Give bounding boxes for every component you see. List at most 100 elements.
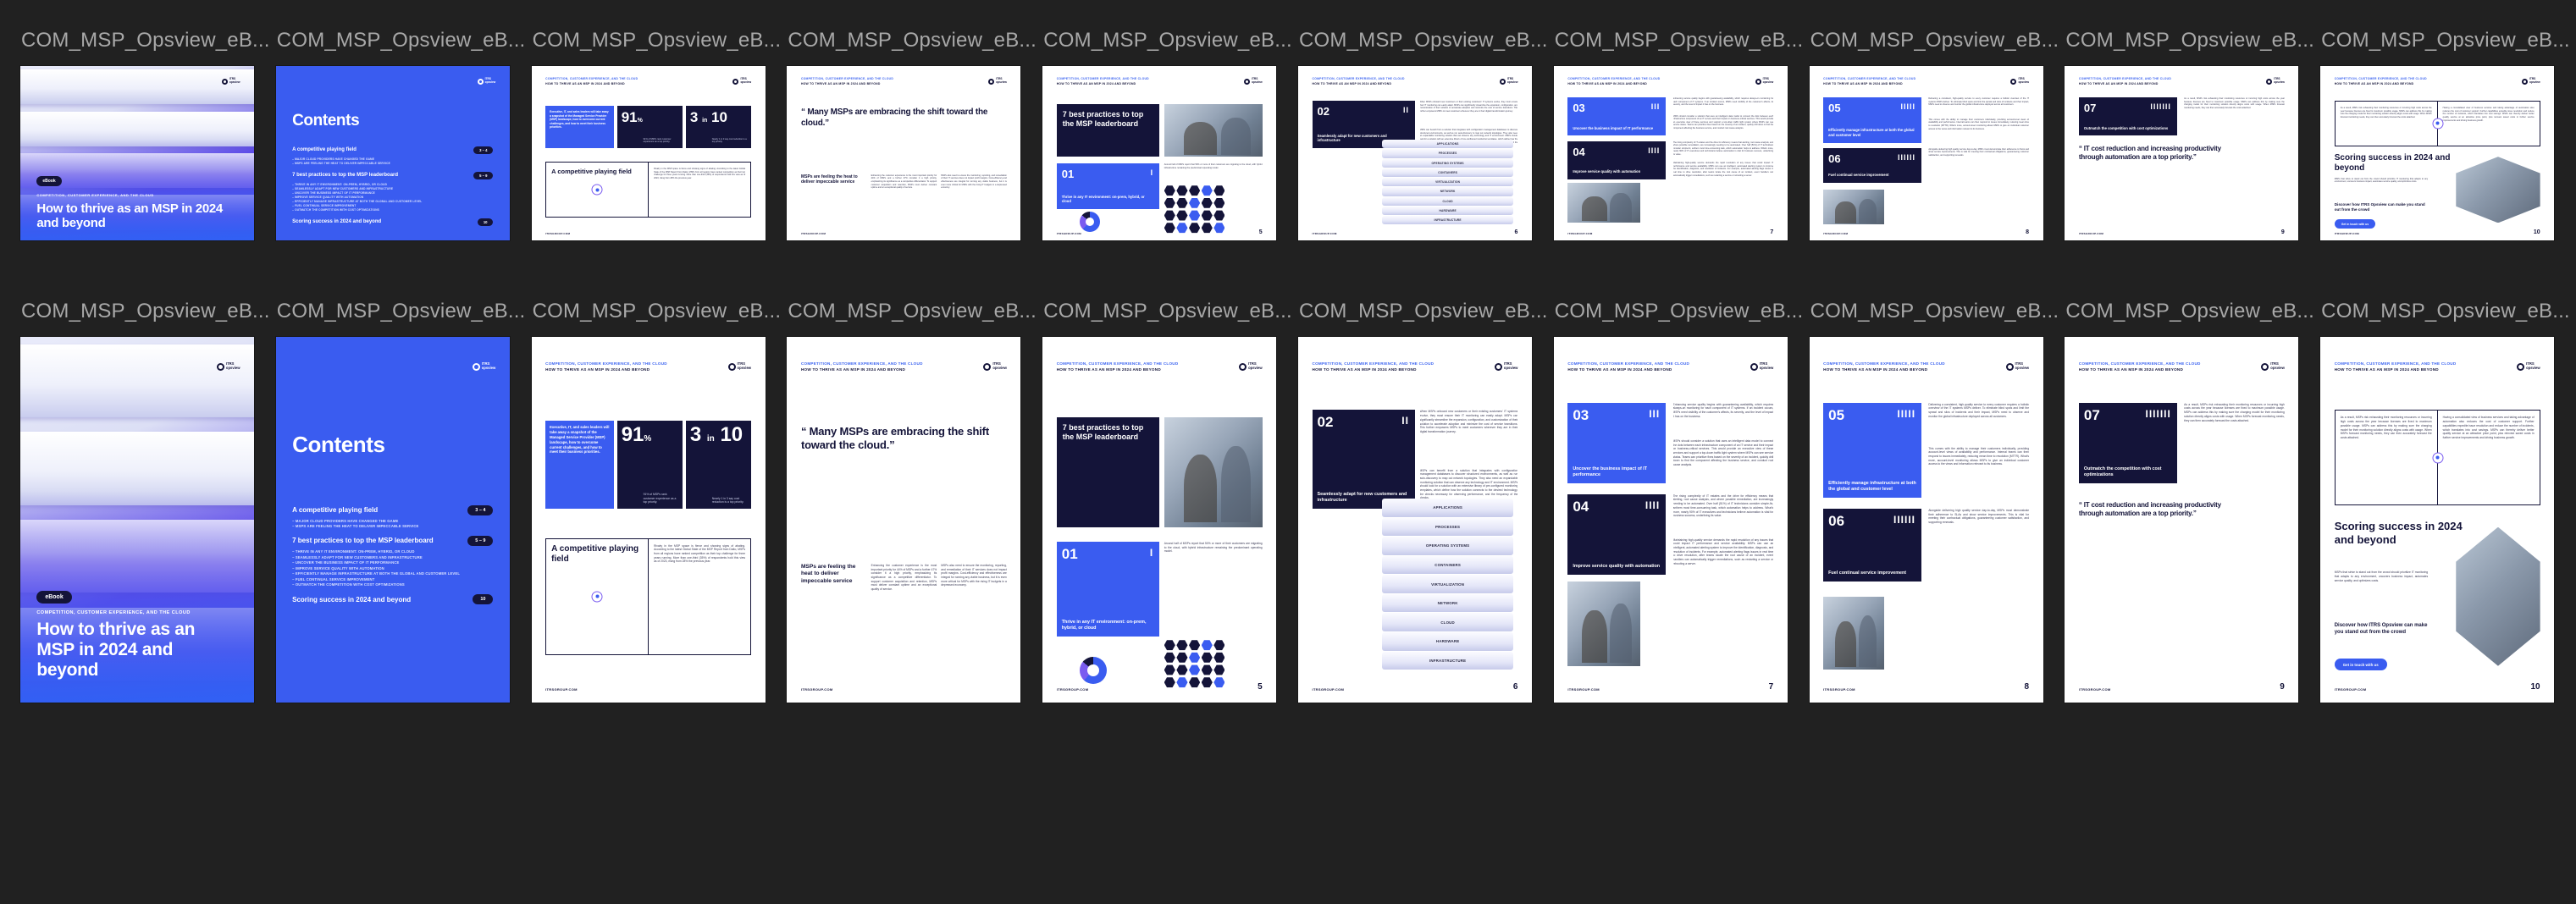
thumbnail-cell[interactable]: COM_MSP_Opsview_eB... COMPETITION, CUSTO… (1042, 29, 1298, 240)
eyebrow-line-2: HOW TO THRIVE AS AN MSP IN 2024 AND BEYO… (2079, 83, 2171, 85)
page-footer: ITRSGROUP.COM 9 (2079, 682, 2285, 692)
page-thumbnail[interactable]: COMPETITION, CUSTOMER EXPERIENCE, AND TH… (1042, 66, 1276, 240)
thumbnail-cell[interactable]: COM_MSP_Opsview_eB... COMPETITION, CUSTO… (2065, 300, 2320, 703)
section-title-block: 7 best practices to top the MSP leaderbo… (1057, 104, 1159, 157)
page-thumbnail[interactable]: COMPETITION, CUSTOMER EXPERIENCE, AND TH… (1554, 66, 1788, 240)
itrs-opsview-logo: ITRSopsview (222, 78, 240, 84)
body-4b: Maintaining high-quality service demands… (1673, 162, 1774, 177)
stack-layer: NETWORK (1382, 187, 1513, 196)
footer-site: ITRSGROUP.COM (1823, 687, 1855, 692)
practice-05-block: 05IIIII Efficiently manage infrastructur… (1823, 97, 1921, 143)
page-thumbnail[interactable]: COMPETITION, CUSTOMER EXPERIENCE, AND TH… (2320, 66, 2554, 240)
page-7: COMPETITION, CUSTOMER EXPERIENCE, AND TH… (1554, 337, 1788, 703)
practice-number: 03 (1573, 102, 1661, 113)
panel-right-text: Having a consolidated view of business s… (2443, 107, 2535, 122)
thumbnail-cell[interactable]: COM_MSP_Opsview_eB... COMPETITION, CUSTO… (1298, 29, 1554, 240)
opsview-mark-icon (1239, 363, 1247, 371)
page-thumbnail[interactable]: ITRSopsview Contents A competitive playi… (276, 337, 510, 703)
page-thumbnail[interactable]: ITRSopsview eBook COMPETITION, CUSTOMER … (20, 66, 254, 240)
page-thumbnail[interactable]: COMPETITION, CUSTOMER EXPERIENCE, AND TH… (1298, 337, 1532, 703)
stat-card-2: 3 in 10Nearly 1 in 3 say cost reduction … (686, 421, 751, 509)
page-thumbnail[interactable]: COMPETITION, CUSTOMER EXPERIENCE, AND TH… (1810, 337, 2043, 703)
page-thumbnail[interactable]: COMPETITION, CUSTOMER EXPERIENCE, AND TH… (532, 66, 766, 240)
logo-text: ITRSopsview (1504, 362, 1518, 371)
tally-mark: II (1401, 415, 1409, 427)
thumbnail-cell[interactable]: COM_MSP_Opsview_eB... COMPETITION, CUSTO… (2065, 29, 2320, 240)
thumbnail-cell[interactable]: COM_MSP_Opsview_eB... ITRSopsview Conten… (276, 29, 532, 240)
thumbnail-cell[interactable]: COM_MSP_Opsview_eB... COMPETITION, CUSTO… (787, 300, 1042, 703)
page-header: COMPETITION, CUSTOMER EXPERIENCE, AND TH… (1313, 362, 1518, 372)
thumbnail-cell[interactable]: COM_MSP_Opsview_eB... COMPETITION, CUSTO… (532, 300, 788, 703)
page-header: COMPETITION, CUSTOMER EXPERIENCE, AND TH… (545, 362, 751, 372)
practice-label: Improve service quality with automation (1573, 564, 1661, 570)
logo-text: ITRSopsview (1760, 362, 1774, 371)
page-thumbnail[interactable]: COMPETITION, CUSTOMER EXPERIENCE, AND TH… (1042, 337, 1276, 703)
get-in-touch-button[interactable]: Get in touch with us (2335, 219, 2375, 229)
stack-layer: VIRTUALIZATION (1382, 575, 1513, 593)
body-6a: Alongside delivering high quality servic… (1928, 148, 2029, 157)
page-number: 10 (2531, 682, 2540, 692)
thumbnail-label: COM_MSP_Opsview_eB... (20, 300, 270, 323)
closing-body: MSPs that strive to stand out from the c… (2335, 571, 2428, 582)
page-eyebrow: COMPETITION, CUSTOMER EXPERIENCE, AND TH… (1823, 78, 1915, 85)
page-eyebrow: COMPETITION, CUSTOMER EXPERIENCE, AND TH… (801, 362, 923, 372)
logo-text: ITRSopsview (1507, 78, 1518, 84)
thumbnail-cell[interactable]: COM_MSP_Opsview_eB... COMPETITION, CUSTO… (2320, 29, 2576, 240)
practice-07-block: 07IIIIIII Outmatch the competition with … (2079, 97, 2177, 135)
hex-cell (1176, 652, 1187, 663)
thumbnail-cell[interactable]: COM_MSP_Opsview_eB... COMPETITION, CUSTO… (1554, 29, 1810, 240)
tally-mark: IIII (1645, 499, 1660, 511)
page-thumbnail[interactable]: COMPETITION, CUSTOMER EXPERIENCE, AND TH… (532, 337, 766, 703)
page-thumbnail[interactable]: COMPETITION, CUSTOMER EXPERIENCE, AND TH… (1810, 66, 2043, 240)
thumbnail-cell[interactable]: COM_MSP_Opsview_eB... COMPETITION, CUSTO… (1810, 29, 2065, 240)
thumbnail-cell[interactable]: COM_MSP_Opsview_eB... COMPETITION, CUSTO… (1810, 300, 2065, 703)
section-photo (1567, 183, 1640, 223)
page-thumbnail[interactable]: COMPETITION, CUSTOMER EXPERIENCE, AND TH… (2065, 337, 2298, 703)
toc-section: Scoring success in 2024 and beyond 10 (292, 594, 493, 604)
panel-right-text: Having a consolidated view of business s… (2443, 416, 2535, 439)
hex-cell (1164, 640, 1175, 651)
panel-competitive-field: A competitive playing field Rivalry in t… (545, 538, 751, 655)
thumbnail-cell[interactable]: COM_MSP_Opsview_eB... COMPETITION, CUSTO… (2320, 300, 2576, 703)
thumbnail-cell[interactable]: COM_MSP_Opsview_eB... ITRSopsview eBook … (20, 29, 276, 240)
page-thumbnail[interactable]: COMPETITION, CUSTOMER EXPERIENCE, AND TH… (787, 66, 1020, 240)
thumbnail-cell[interactable]: COM_MSP_Opsview_eB... COMPETITION, CUSTO… (1298, 300, 1554, 703)
thumbnail-cell[interactable]: COM_MSP_Opsview_eB... COMPETITION, CUSTO… (1042, 300, 1298, 703)
itrs-opsview-logo: ITRSopsview (2261, 362, 2285, 371)
logo-text: ITRSopsview (2274, 78, 2285, 84)
page-eyebrow: COMPETITION, CUSTOMER EXPERIENCE, AND TH… (1567, 362, 1689, 372)
page-thumbnail[interactable]: COMPETITION, CUSTOMER EXPERIENCE, AND TH… (787, 337, 1020, 703)
page-6: COMPETITION, CUSTOMER EXPERIENCE, AND TH… (1298, 337, 1532, 703)
contents-heading: Contents (292, 432, 384, 458)
page-thumbnail[interactable]: ITRSopsview eBook COMPETITION, CUSTOMER … (20, 337, 254, 703)
stack-layer: CONTAINERS (1382, 168, 1513, 177)
get-in-touch-button[interactable]: Get in touch with us (2335, 659, 2387, 670)
page-thumbnail[interactable]: COMPETITION, CUSTOMER EXPERIENCE, AND TH… (1554, 337, 1788, 703)
closing-body: MSPs that strive to stand out from the c… (2335, 178, 2428, 184)
tally-mark: II (1403, 106, 1409, 114)
thumbnail-cell[interactable]: COM_MSP_Opsview_eB... ITRSopsview Conten… (276, 300, 532, 703)
page-3: COMPETITION, CUSTOMER EXPERIENCE, AND TH… (532, 337, 766, 703)
page-thumbnail[interactable]: COMPETITION, CUSTOMER EXPERIENCE, AND TH… (1298, 66, 1532, 240)
page-number: 5 (1259, 229, 1263, 235)
page-eyebrow: COMPETITION, CUSTOMER EXPERIENCE, AND TH… (1057, 362, 1179, 372)
pull-quote: “ Many MSPs are embracing the shift towa… (801, 425, 1002, 452)
opsview-mark-icon (732, 79, 738, 85)
page-thumbnail[interactable]: COMPETITION, CUSTOMER EXPERIENCE, AND TH… (2065, 66, 2298, 240)
hero-photo (1164, 417, 1263, 527)
eyebrow-line-2: HOW TO THRIVE AS AN MSP IN 2024 AND BEYO… (2335, 83, 2427, 85)
page-thumbnail[interactable]: COMPETITION, CUSTOMER EXPERIENCE, AND TH… (2320, 337, 2554, 703)
hex-cell (1202, 197, 1213, 208)
thumbnail-label: COM_MSP_Opsview_eB... (787, 29, 1036, 52)
thumbnail-cell[interactable]: COM_MSP_Opsview_eB... COMPETITION, CUSTO… (1554, 300, 1810, 703)
page-thumbnail[interactable]: ITRSopsview Contents A competitive playi… (276, 66, 510, 240)
thumbnail-cell[interactable]: COM_MSP_Opsview_eB... COMPETITION, CUSTO… (532, 29, 788, 240)
thumbnail-cell[interactable]: COM_MSP_Opsview_eB... ITRSopsview eBook … (20, 300, 276, 703)
tally-mark: IIIIII (1893, 514, 1915, 526)
hex-cell (1202, 185, 1213, 196)
eyebrow-line-2: HOW TO THRIVE AS AN MSP IN 2024 AND BEYO… (2079, 368, 2201, 372)
thumbnail-cell[interactable]: COM_MSP_Opsview_eB... COMPETITION, CUSTO… (787, 29, 1042, 240)
opsview-mark-icon (1755, 79, 1761, 85)
page-header: COMPETITION, CUSTOMER EXPERIENCE, AND TH… (1057, 78, 1263, 85)
pull-quote: “ Many MSPs are embracing the shift towa… (801, 107, 1002, 129)
